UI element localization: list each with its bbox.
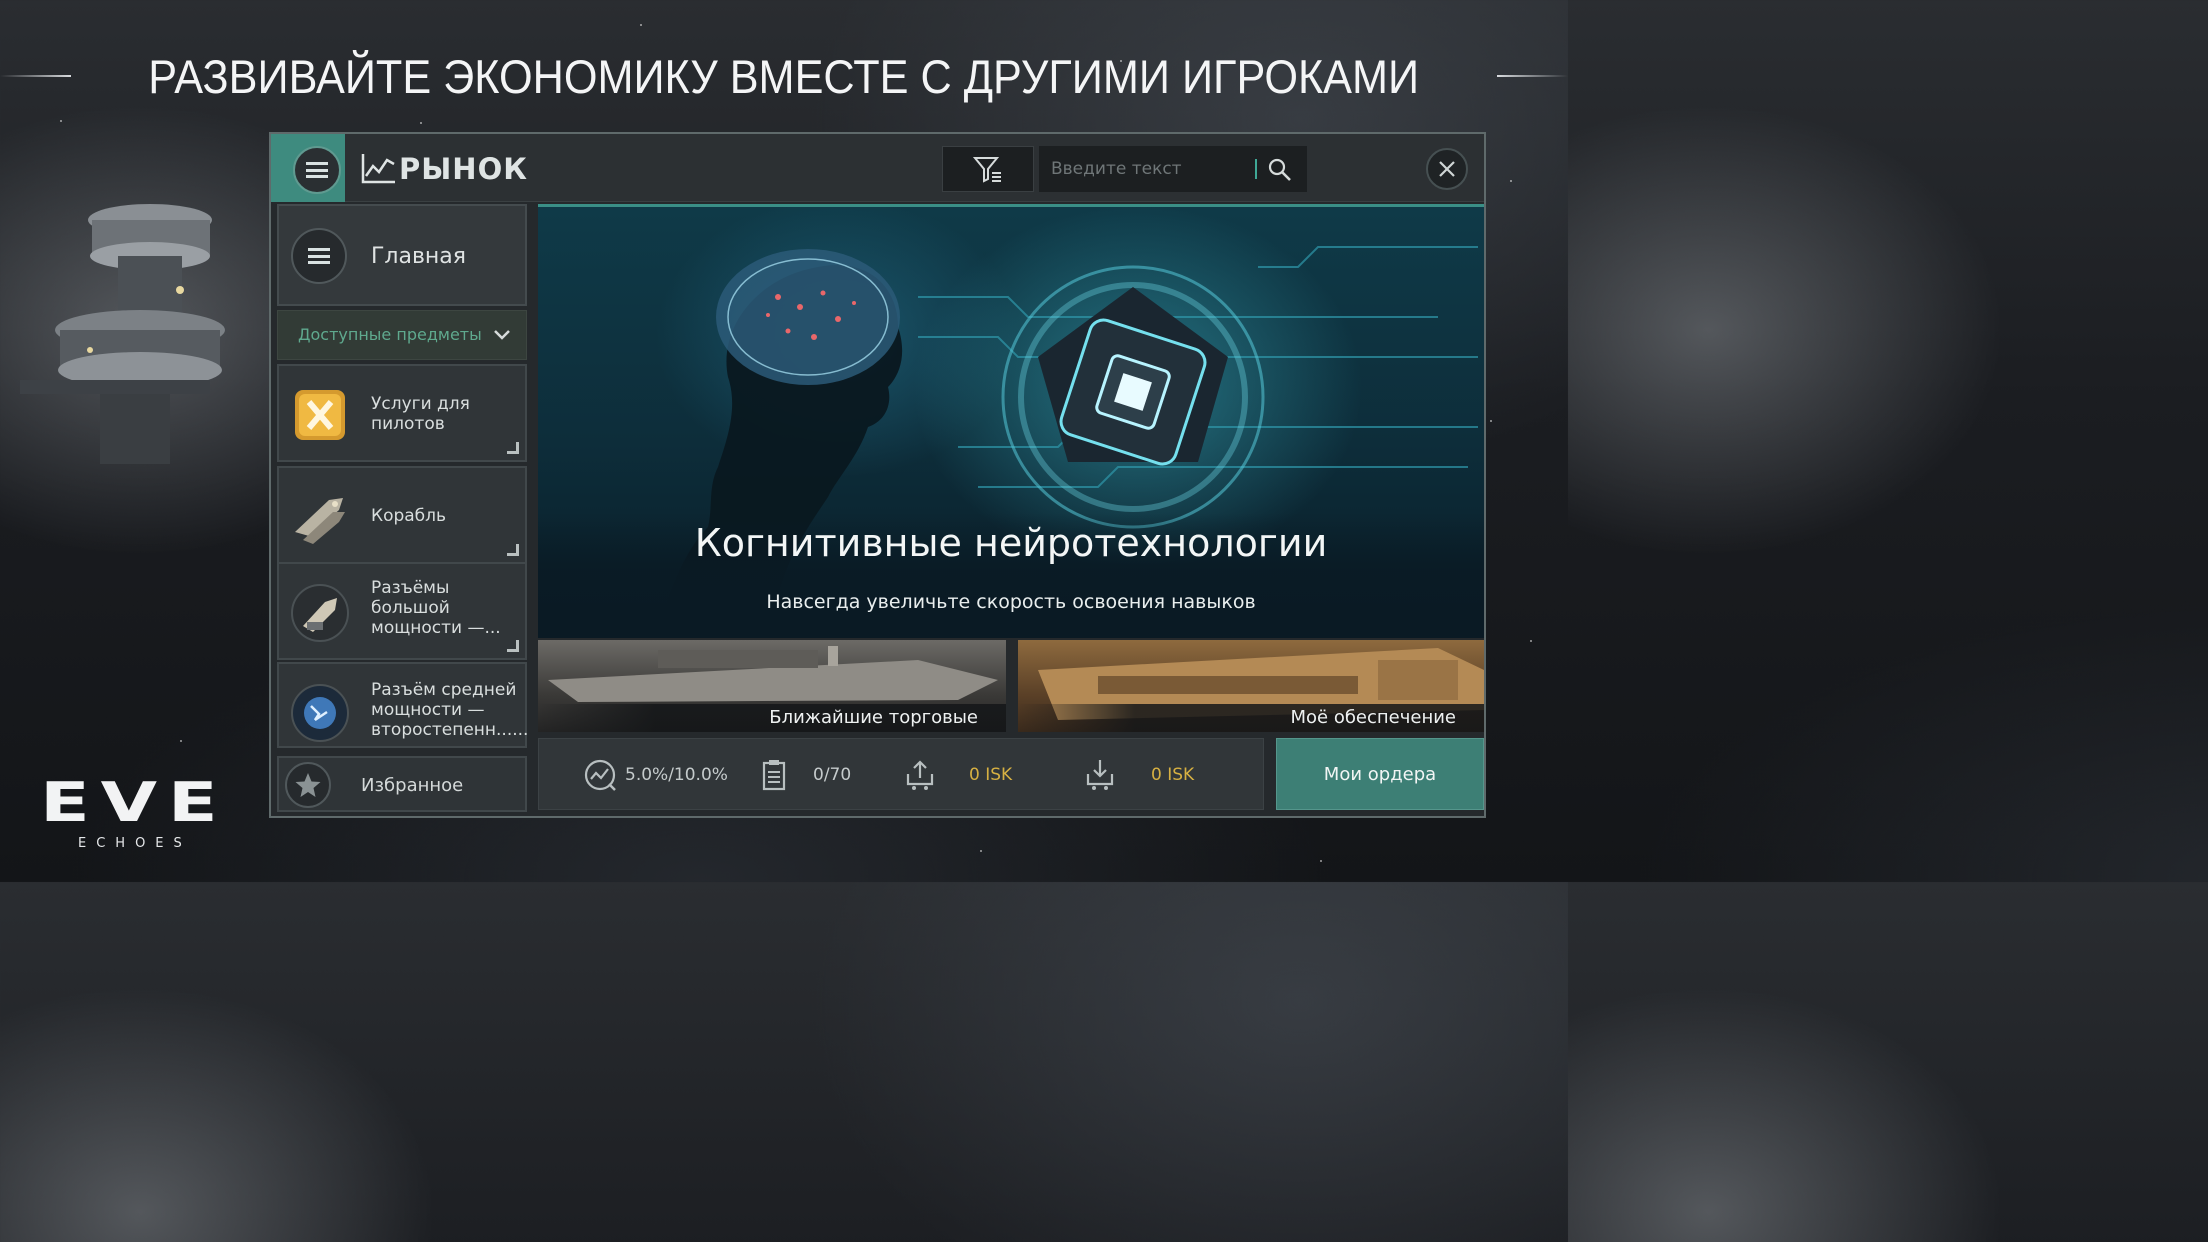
hamburger-icon bbox=[306, 162, 328, 178]
search-box bbox=[1039, 146, 1307, 192]
banner-title: Когнитивные нейротехнологии bbox=[694, 521, 1328, 565]
featured-banner[interactable]: Когнитивные нейротехнологии Навсегда уве… bbox=[538, 204, 1484, 638]
sidebar-item-ship[interactable]: Корабль bbox=[277, 466, 527, 564]
tax-rate-value: 5.0%/10.0% bbox=[625, 765, 728, 785]
buy-download-icon bbox=[1086, 760, 1114, 790]
space-station-art bbox=[20, 204, 225, 464]
sidebar-item-home[interactable]: Главная bbox=[277, 204, 527, 306]
search-caret bbox=[1255, 159, 1257, 179]
tax-rate-stat: 5.0%/10.0% bbox=[583, 739, 728, 811]
my-orders-button[interactable]: Мои ордера bbox=[1276, 738, 1484, 810]
high-slot-module-icon bbox=[291, 584, 349, 642]
search-input[interactable] bbox=[1039, 146, 1254, 192]
search-icon[interactable] bbox=[1267, 157, 1293, 183]
available-items-dropdown[interactable]: Доступные предметы bbox=[277, 310, 527, 360]
headline-rule-left bbox=[0, 75, 72, 77]
promo-headline: РАЗВИВАЙТЕ ЭКОНОМИКУ ВМЕСТЕ С ДРУГИМИ ИГ… bbox=[0, 44, 1568, 108]
sell-upload-icon bbox=[906, 760, 934, 790]
filter-icon bbox=[973, 157, 1001, 183]
sell-orders-stat: 0 ISK bbox=[903, 739, 1012, 811]
home-menu-icon bbox=[291, 228, 347, 284]
sidebar-item-label: Корабль bbox=[371, 506, 447, 526]
close-button[interactable] bbox=[1426, 148, 1468, 190]
available-items-label: Доступные предметы bbox=[298, 325, 482, 344]
pilot-services-icon bbox=[295, 390, 345, 440]
sidebar-item-favorites[interactable]: Избранное bbox=[277, 756, 527, 812]
sidebar-item-label: Главная bbox=[371, 244, 467, 269]
sidebar-item-pilot-services[interactable]: Услуги для пилотов bbox=[277, 364, 527, 462]
banner-subtitle: Навсегда увеличьте скорость освоения нав… bbox=[766, 591, 1256, 613]
nearby-trade-hubs-tile[interactable]: Ближайшие торговые центры bbox=[538, 640, 1006, 732]
sidebar-item-label: Услуги для пилотов bbox=[371, 394, 470, 434]
sidebar-item-label: Разъёмы большой мощности —... bbox=[371, 578, 501, 638]
market-window: РЫНОК Введите текст Главная Доступные пр… bbox=[269, 132, 1486, 818]
market-stats-bar: 5.0%/10.0% 0/70 0 ISK 0 ISK bbox=[538, 738, 1264, 810]
ship-icon bbox=[295, 498, 345, 544]
logo-eve: EVE bbox=[40, 771, 229, 834]
favorites-star-icon bbox=[285, 762, 331, 808]
market-chart-icon bbox=[361, 154, 395, 184]
sell-value: 0 ISK bbox=[969, 765, 1013, 785]
sidebar-item-mid-slot[interactable]: Разъём средней мощности — второстепенн..… bbox=[277, 662, 529, 748]
close-icon bbox=[1439, 161, 1455, 177]
expand-corner-icon bbox=[507, 544, 519, 556]
my-assets-tile[interactable]: Моё обеспечение bbox=[1018, 640, 1484, 732]
sidebar-item-high-slot[interactable]: Разъёмы большой мощности —... bbox=[277, 562, 527, 660]
expand-corner-icon bbox=[507, 442, 519, 454]
order-count-value: 0/70 bbox=[813, 765, 852, 785]
order-count-stat: 0/70 bbox=[757, 739, 851, 811]
sidebar-item-label: Избранное bbox=[361, 775, 464, 796]
expand-corner-icon bbox=[507, 640, 519, 652]
mid-slot-module-icon bbox=[291, 684, 349, 742]
buy-orders-stat: 0 ISK bbox=[1083, 739, 1194, 811]
sidebar-item-label: Разъём средней мощности — второстепенн..… bbox=[371, 680, 529, 740]
tile-label: Ближайшие торговые центры bbox=[538, 704, 1006, 732]
main-menu-button[interactable] bbox=[293, 146, 341, 194]
market-header: РЫНОК bbox=[271, 134, 1484, 202]
tile-label: Моё обеспечение bbox=[1018, 704, 1484, 732]
clipboard-icon bbox=[762, 760, 786, 791]
category-sidebar: Главная Доступные предметы Услуги для пи… bbox=[277, 204, 529, 812]
buy-value: 0 ISK bbox=[1151, 765, 1195, 785]
headline-rule-right bbox=[1496, 75, 1568, 77]
market-title: РЫНОК bbox=[399, 152, 528, 186]
logo-echoes: ECHOES bbox=[78, 836, 192, 851]
headline-text: РАЗВИВАЙТЕ ЭКОНОМИКУ ВМЕСТЕ С ДРУГИМИ ИГ… bbox=[148, 49, 1420, 103]
filter-button[interactable] bbox=[942, 146, 1034, 192]
tax-rate-icon bbox=[584, 759, 616, 791]
eve-echoes-logo: EVE ECHOES bbox=[40, 776, 226, 856]
chevron-down-icon bbox=[494, 330, 510, 340]
